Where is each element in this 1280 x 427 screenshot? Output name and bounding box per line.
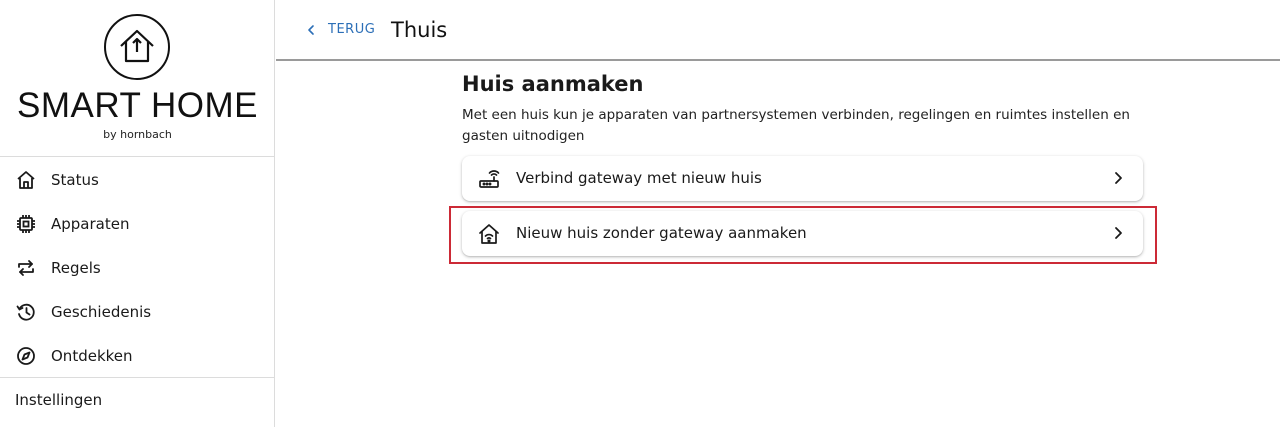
home-icon xyxy=(17,171,35,189)
sidebar-item-label: Ontdekken xyxy=(51,347,133,365)
logo-title: SMART HOME xyxy=(17,86,258,125)
option-label: Verbind gateway met nieuw huis xyxy=(516,169,762,187)
sidebar-item-label: Geschiedenis xyxy=(51,303,152,321)
connect-gateway-option[interactable]: Verbind gateway met nieuw huis xyxy=(462,156,1143,201)
sidebar: SMART HOME by hornbach Status Apparaten … xyxy=(0,0,275,427)
house-logo-icon xyxy=(104,14,170,80)
sidebar-item-geschiedenis[interactable]: Geschiedenis xyxy=(0,290,275,334)
sidebar-item-regels[interactable]: Regels xyxy=(0,246,275,290)
logo-subtitle: by hornbach xyxy=(103,128,172,141)
chip-icon xyxy=(17,215,35,233)
sidebar-item-status[interactable]: Status xyxy=(0,158,275,202)
sidebar-item-ontdekken[interactable]: Ontdekken xyxy=(0,334,275,378)
sidebar-item-instellingen[interactable]: Instellingen xyxy=(15,391,102,409)
section-description: Met een huis kun je apparaten van partne… xyxy=(462,107,1130,144)
app-logo: SMART HOME by hornbach xyxy=(0,0,275,157)
sidebar-nav: Status Apparaten Regels Geschiedenis Ont… xyxy=(0,158,275,378)
sidebar-divider xyxy=(0,377,275,378)
back-label: TERUG xyxy=(328,22,376,37)
chevron-right-icon xyxy=(1115,172,1122,184)
repeat-icon xyxy=(18,260,34,276)
sidebar-item-label: Status xyxy=(51,171,99,189)
highlight-box xyxy=(449,206,1157,264)
chevron-left-icon xyxy=(308,24,314,35)
sidebar-item-label: Apparaten xyxy=(51,215,130,233)
section-title: Huis aanmaken xyxy=(462,72,644,96)
top-header: TERUG Thuis xyxy=(276,0,1280,61)
router-icon xyxy=(479,170,500,188)
compass-icon xyxy=(17,347,35,365)
page-title: Thuis xyxy=(391,18,448,42)
sidebar-item-label: Regels xyxy=(51,259,101,277)
back-button[interactable]: TERUG xyxy=(306,22,375,37)
sidebar-item-apparaten[interactable]: Apparaten xyxy=(0,202,275,246)
history-icon xyxy=(16,303,35,321)
